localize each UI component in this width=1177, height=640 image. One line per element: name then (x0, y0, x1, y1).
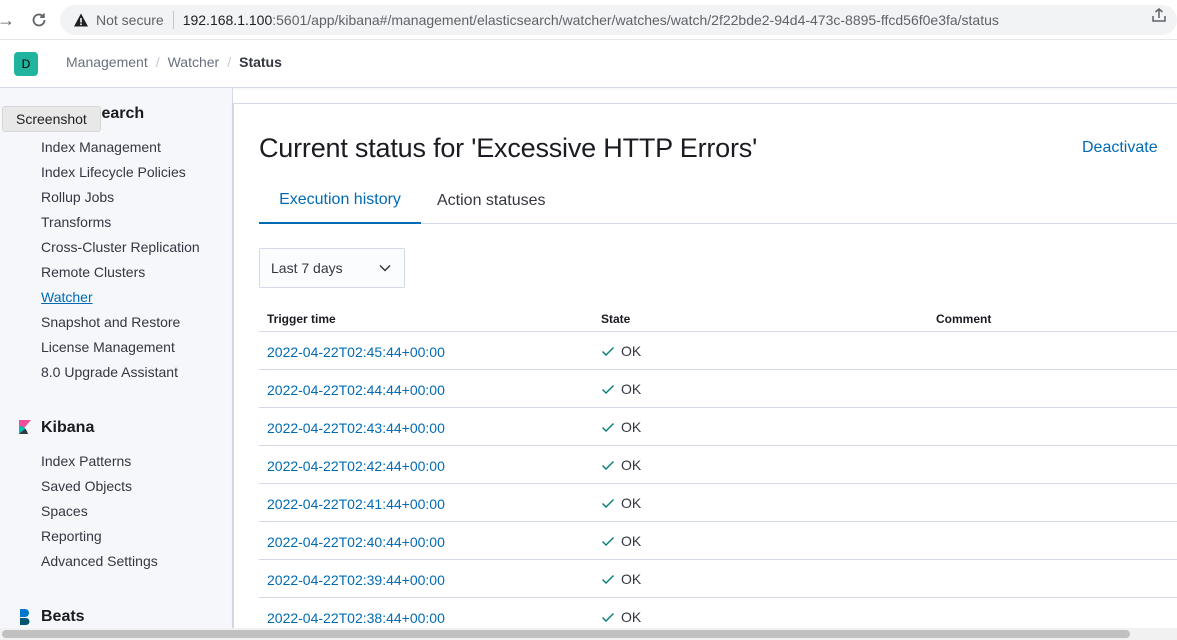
breadcrumb-management[interactable]: Management (66, 54, 148, 70)
sidebar-item-watcher[interactable]: Watcher (41, 289, 93, 305)
sidebar-item-upgrade-assistant[interactable]: 8.0 Upgrade Assistant (41, 364, 178, 380)
table-row: 2022-04-22T02:38:44+00:00 OK (259, 598, 1177, 628)
table-row: 2022-04-22T02:42:44+00:00 OK (259, 446, 1177, 484)
sidebar-item-rollup-jobs[interactable]: Rollup Jobs (41, 189, 114, 205)
kibana-logo-icon (17, 420, 33, 436)
check-icon (602, 461, 614, 470)
state-cell: OK (601, 609, 641, 625)
check-icon (602, 537, 614, 546)
table-row: 2022-04-22T02:43:44+00:00 OK (259, 408, 1177, 446)
url-text[interactable]: 192.168.1.100:5601/app/kibana#/managemen… (183, 12, 999, 28)
sidebar-section-beats: Beats (17, 608, 85, 626)
sidebar-item-index-management[interactable]: Index Management (41, 139, 161, 155)
warning-icon (72, 11, 90, 29)
state-label: OK (621, 571, 642, 587)
breadcrumb-status: Status (239, 54, 282, 70)
share-icon[interactable] (1149, 5, 1169, 25)
screenshot-tooltip: Screenshot (2, 106, 101, 132)
state-cell: OK (601, 381, 641, 397)
sidebar-item-cross-cluster-replication[interactable]: Cross-Cluster Replication (41, 239, 200, 255)
state-label: OK (621, 343, 642, 359)
trigger-time-link[interactable]: 2022-04-22T02:42:44+00:00 (267, 458, 445, 474)
column-header-trigger-time[interactable]: Trigger time (267, 312, 336, 326)
watch-status-panel: Current status for 'Excessive HTTP Error… (233, 103, 1177, 628)
table-row: 2022-04-22T02:41:44+00:00 OK (259, 484, 1177, 522)
table-row: 2022-04-22T02:44:44+00:00 OK (259, 370, 1177, 408)
sidebar-section-label: Beats (41, 608, 85, 625)
state-cell: OK (601, 457, 641, 473)
security-label[interactable]: Not secure (96, 12, 164, 28)
state-cell: OK (601, 419, 641, 435)
deactivate-button[interactable]: Deactivate (1082, 139, 1158, 157)
browser-toolbar: → Not secure 192.168.1.100:5601/app/kiba… (0, 0, 1177, 40)
table-header: Trigger time State Comment (259, 300, 1177, 332)
check-icon (602, 423, 614, 432)
forward-icon[interactable]: → (0, 8, 18, 32)
sidebar-item-transforms[interactable]: Transforms (41, 214, 111, 230)
state-label: OK (621, 495, 642, 511)
breadcrumb-separator: / (155, 54, 160, 70)
trigger-time-link[interactable]: 2022-04-22T02:43:44+00:00 (267, 420, 445, 436)
check-icon (602, 347, 614, 356)
state-label: OK (621, 457, 642, 473)
sidebar-item-spaces[interactable]: Spaces (41, 503, 88, 519)
trigger-time-link[interactable]: 2022-04-22T02:45:44+00:00 (267, 344, 445, 360)
address-divider (172, 11, 174, 29)
trigger-time-link[interactable]: 2022-04-22T02:44:44+00:00 (267, 382, 445, 398)
check-icon (602, 499, 614, 508)
chevron-down-icon (379, 264, 391, 272)
execution-history-table: Trigger time State Comment 2022-04-22T02… (259, 300, 1177, 628)
check-icon (602, 613, 614, 622)
table-row: 2022-04-22T02:39:44+00:00 OK (259, 560, 1177, 598)
sidebar-section-kibana: Kibana (17, 419, 94, 437)
sidebar-item-saved-objects[interactable]: Saved Objects (41, 478, 132, 494)
space-avatar[interactable]: D (14, 52, 38, 76)
sidebar-item-index-lifecycle-policies[interactable]: Index Lifecycle Policies (41, 164, 186, 180)
state-label: OK (621, 533, 642, 549)
management-sidebar: Elasticsearch Index Management Index Lif… (0, 88, 233, 628)
beats-logo-icon (17, 609, 33, 625)
kibana-header: D Management / Watcher / Status (0, 40, 1177, 88)
time-range-label: Last 7 days (271, 260, 343, 276)
state-cell: OK (601, 533, 641, 549)
reload-icon[interactable] (27, 8, 51, 32)
sidebar-item-snapshot-and-restore[interactable]: Snapshot and Restore (41, 314, 180, 330)
column-header-state[interactable]: State (601, 312, 630, 326)
page-title: Current status for 'Excessive HTTP Error… (259, 133, 758, 163)
scrollbar-thumb[interactable] (2, 630, 1130, 638)
state-cell: OK (601, 343, 641, 359)
check-icon (602, 385, 614, 394)
trigger-time-link[interactable]: 2022-04-22T02:40:44+00:00 (267, 534, 445, 550)
state-cell: OK (601, 495, 641, 511)
column-header-comment[interactable]: Comment (936, 312, 991, 326)
horizontal-scrollbar[interactable] (0, 628, 1177, 640)
table-row: 2022-04-22T02:45:44+00:00 OK (259, 332, 1177, 370)
table-row: 2022-04-22T02:40:44+00:00 OK (259, 522, 1177, 560)
address-bar[interactable]: Not secure 192.168.1.100:5601/app/kibana… (60, 5, 1177, 35)
state-label: OK (621, 609, 642, 625)
sidebar-item-remote-clusters[interactable]: Remote Clusters (41, 264, 145, 280)
tab-action-statuses[interactable]: Action statuses (437, 178, 546, 224)
breadcrumb-watcher[interactable]: Watcher (168, 54, 220, 70)
breadcrumb: Management / Watcher / Status (66, 54, 282, 70)
sidebar-item-advanced-settings[interactable]: Advanced Settings (41, 553, 158, 569)
tab-execution-history[interactable]: Execution history (259, 178, 421, 224)
sidebar-item-reporting[interactable]: Reporting (41, 528, 102, 544)
state-label: OK (621, 381, 642, 397)
url-host: 192.168.1.100 (182, 12, 273, 28)
url-path: :5601/app/kibana#/management/elasticsear… (272, 12, 999, 28)
trigger-time-link[interactable]: 2022-04-22T02:38:44+00:00 (267, 610, 445, 626)
breadcrumb-separator: / (227, 54, 232, 70)
sidebar-section-label: Kibana (41, 419, 95, 436)
state-cell: OK (601, 571, 641, 587)
trigger-time-link[interactable]: 2022-04-22T02:41:44+00:00 (267, 496, 445, 512)
state-label: OK (621, 419, 642, 435)
status-tabs: Execution history Action statuses (259, 178, 1177, 224)
time-range-select[interactable]: Last 7 days (259, 248, 405, 288)
check-icon (602, 575, 614, 584)
sidebar-item-license-management[interactable]: License Management (41, 339, 175, 355)
sidebar-item-index-patterns[interactable]: Index Patterns (41, 453, 131, 469)
trigger-time-link[interactable]: 2022-04-22T02:39:44+00:00 (267, 572, 445, 588)
